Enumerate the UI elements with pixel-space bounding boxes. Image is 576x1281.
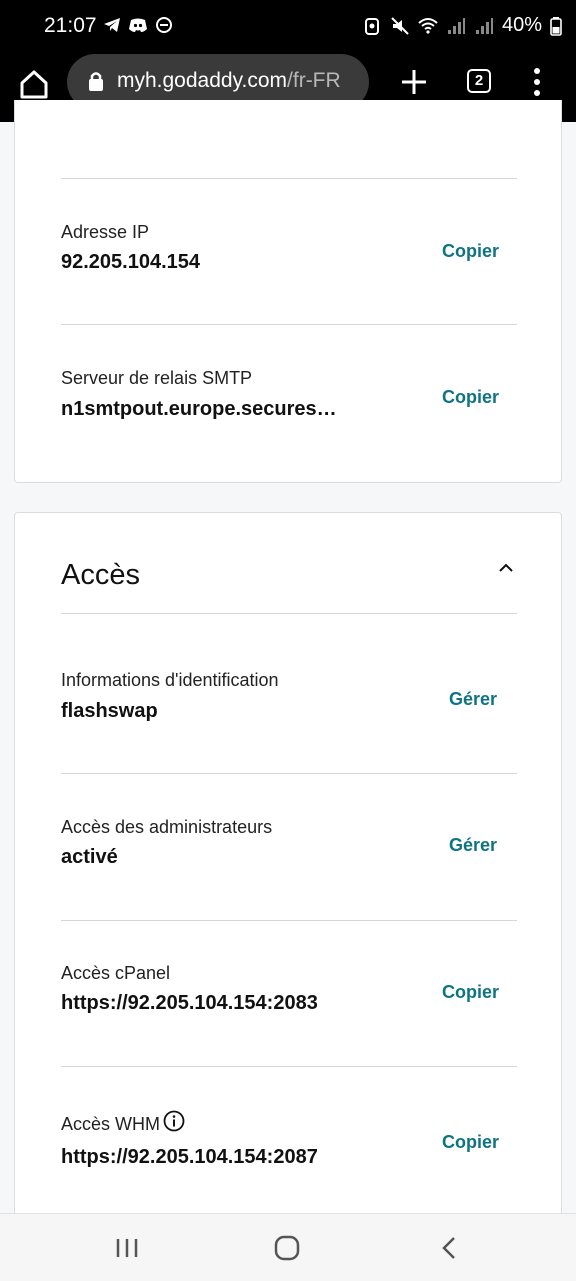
wifi-icon: [418, 17, 438, 34]
signal-icon: [447, 17, 465, 34]
dnd-icon: [156, 17, 172, 33]
recent-apps-icon[interactable]: [113, 1234, 141, 1262]
status-bar: 21:07 40%: [0, 0, 576, 52]
url-text: myh.godaddy.com/fr-FR: [117, 69, 341, 93]
admin-access-value: activé: [61, 846, 118, 868]
smtp-relay-label: Serveur de relais SMTP: [61, 368, 253, 388]
smtp-relay-value: n1smtpout.europe.secures…: [61, 398, 337, 420]
ip-address-value: 92.205.104.154: [61, 251, 201, 273]
battery-icon: [550, 16, 562, 36]
server-info-card: Adresse IP 92.205.104.154 Copier Serveur…: [14, 100, 562, 483]
home-nav-icon[interactable]: [273, 1234, 301, 1262]
ip-address-label: Adresse IP: [61, 222, 150, 242]
divider: [61, 920, 517, 921]
chevron-up-icon[interactable]: [497, 561, 515, 575]
whm-access-label-row: Accès WHM: [61, 1110, 185, 1135]
manage-credentials-button[interactable]: Gérer: [449, 689, 497, 710]
tab-switcher-button[interactable]: 2: [467, 69, 491, 93]
divider: [61, 324, 517, 325]
url-path: /fr-FR: [287, 69, 341, 92]
divider: [61, 1066, 517, 1067]
home-icon[interactable]: [16, 66, 52, 102]
system-icons: 40%: [362, 14, 562, 37]
copy-whm-button[interactable]: Copier: [442, 1132, 499, 1153]
info-icon[interactable]: [163, 1110, 185, 1132]
credentials-label: Informations d'identification: [61, 670, 279, 690]
lock-icon: [89, 72, 103, 91]
copy-cpanel-button[interactable]: Copier: [442, 982, 499, 1003]
back-icon[interactable]: [436, 1234, 464, 1262]
divider: [61, 178, 517, 179]
notification-icons: [102, 15, 174, 35]
plus-icon[interactable]: [398, 66, 430, 98]
mute-icon: [391, 16, 409, 35]
url-host: myh.godaddy.com: [117, 69, 288, 92]
system-nav-bar: [0, 1213, 576, 1281]
battery-level: 40%: [501, 14, 542, 36]
whm-access-label: Accès WHM: [61, 1114, 160, 1134]
access-card: Accès Informations d'identification flas…: [14, 512, 562, 1232]
copy-ip-button[interactable]: Copier: [442, 241, 499, 262]
telegram-icon: [104, 18, 120, 32]
cpanel-access-value: https://92.205.104.154:2083: [61, 992, 318, 1014]
admin-access-label: Accès des administrateurs: [61, 817, 273, 837]
discord-icon: [129, 18, 147, 32]
status-time: 21:07: [44, 14, 97, 37]
nfc-icon: [364, 17, 379, 35]
whm-access-value: https://92.205.104.154:2087: [61, 1146, 318, 1168]
manage-admin-access-button[interactable]: Gérer: [449, 835, 497, 856]
copy-smtp-button[interactable]: Copier: [442, 387, 499, 408]
divider: [61, 773, 517, 774]
divider: [61, 613, 517, 614]
more-vert-icon[interactable]: [527, 66, 547, 98]
cpanel-access-label: Accès cPanel: [61, 963, 171, 983]
signal-icon: [475, 17, 493, 34]
credentials-value: flashswap: [61, 700, 158, 722]
section-title: Accès: [61, 559, 140, 591]
